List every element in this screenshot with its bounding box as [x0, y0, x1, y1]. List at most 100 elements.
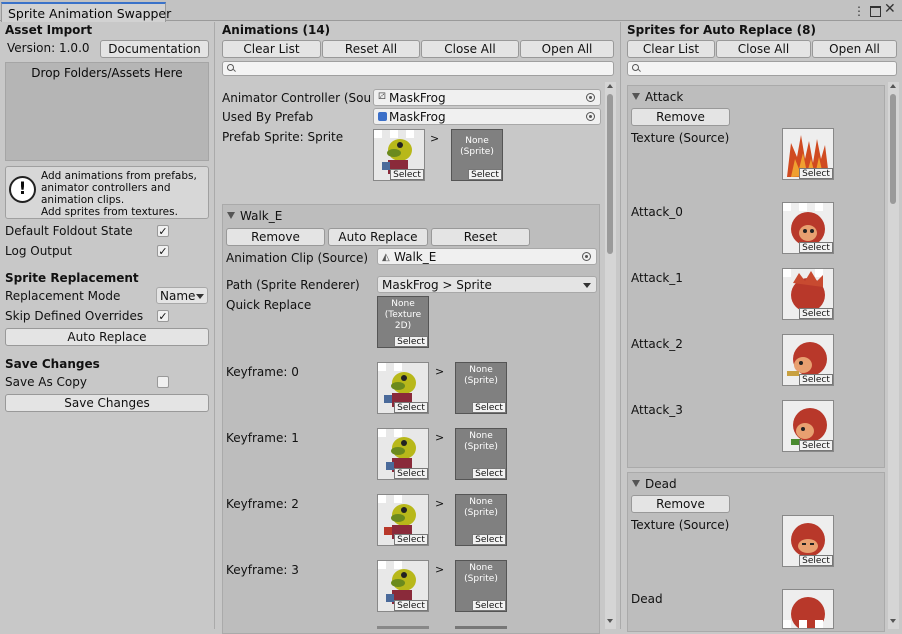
keyframe-replacement-none[interactable]: None (Sprite) Select: [455, 428, 507, 480]
select-button[interactable]: Select: [394, 336, 428, 347]
select-button[interactable]: Select: [799, 168, 833, 179]
animations-scrollbar[interactable]: [605, 82, 616, 629]
texture-thumbnail[interactable]: Select: [782, 515, 834, 567]
animations-search-input[interactable]: [222, 61, 614, 76]
keyframe-label: Keyframe: 1: [226, 431, 299, 445]
clip-reset-button[interactable]: Reset: [431, 228, 530, 246]
select-button[interactable]: Select: [390, 169, 424, 180]
used-by-prefab-field[interactable]: MaskFrog: [373, 108, 601, 125]
sprites-scrollbar[interactable]: [888, 82, 899, 629]
select-button[interactable]: Select: [799, 242, 833, 253]
kebab-menu-icon[interactable]: ⋮: [853, 4, 865, 18]
skip-overrides-checkbox[interactable]: ✓: [157, 310, 169, 322]
sprite-group-remove-button[interactable]: Remove: [631, 495, 730, 513]
select-button[interactable]: Select: [472, 402, 506, 413]
scroll-down-icon[interactable]: [890, 619, 896, 623]
sprite-item-thumbnail[interactable]: Select: [782, 400, 834, 452]
select-button[interactable]: Select: [394, 468, 428, 479]
path-value: MaskFrog > Sprite: [382, 278, 492, 292]
scroll-thumb[interactable]: [890, 94, 896, 204]
log-output-label: Log Output: [5, 244, 72, 258]
clip-remove-button[interactable]: Remove: [226, 228, 325, 246]
prefab-sprite-thumbnail[interactable]: Select: [373, 129, 425, 181]
select-button[interactable]: Select: [394, 600, 428, 611]
select-button[interactable]: Select: [799, 440, 833, 451]
animator-controller-value: MaskFrog: [389, 91, 446, 105]
select-button[interactable]: Select: [799, 555, 833, 566]
select-button[interactable]: Select: [472, 468, 506, 479]
save-as-copy-checkbox[interactable]: [157, 376, 169, 388]
sprites-close-all-button[interactable]: Close All: [716, 40, 811, 58]
select-button[interactable]: Select: [472, 534, 506, 545]
keyframe-replacement-none[interactable]: None (Sprite) Select: [455, 494, 507, 546]
texture-thumbnail[interactable]: Select: [782, 128, 834, 180]
sprite-item-thumbnail[interactable]: Select: [782, 268, 834, 320]
keyframe-replacement-none[interactable]: None (Sprite) Select: [455, 560, 507, 612]
sprite-item-thumbnail[interactable]: [782, 589, 834, 629]
window-tab[interactable]: Sprite Animation Swapper: [1, 2, 171, 22]
sprites-open-all-button[interactable]: Open All: [812, 40, 897, 58]
search-icon: [632, 64, 639, 71]
used-by-prefab-value: MaskFrog: [389, 110, 446, 124]
animation-clip-field[interactable]: ◭ Walk_E: [377, 248, 597, 265]
sprites-clear-list-button[interactable]: Clear List: [627, 40, 715, 58]
sprite-group-foldout[interactable]: Dead: [632, 477, 677, 492]
info-icon: !: [9, 176, 36, 203]
close-all-button[interactable]: Close All: [421, 40, 519, 58]
default-foldout-label: Default Foldout State: [5, 224, 133, 238]
keyframe-sprite-thumbnail[interactable]: Select: [377, 494, 429, 546]
reset-all-button[interactable]: Reset All: [322, 40, 420, 58]
keyframe-sprite-thumbnail[interactable]: Select: [377, 560, 429, 612]
sprites-search-input[interactable]: [627, 61, 897, 76]
clip-foldout[interactable]: Walk_E: [227, 209, 282, 224]
animations-title: Animations (14): [222, 23, 331, 37]
sprite-group-remove-button[interactable]: Remove: [631, 108, 730, 126]
select-button[interactable]: Select: [394, 402, 428, 413]
scroll-thumb[interactable]: [607, 94, 613, 254]
prefab-replacement-none[interactable]: None (Sprite) Select: [451, 129, 503, 181]
sprite-item-label: Attack_3: [631, 403, 683, 417]
default-foldout-checkbox[interactable]: ✓: [157, 225, 169, 237]
replacement-mode-dropdown[interactable]: Name: [156, 287, 208, 304]
keyframe-replacement-none[interactable]: None (Sprite) Select: [455, 362, 507, 414]
clear-list-button[interactable]: Clear List: [222, 40, 321, 58]
sprite-item-thumbnail[interactable]: Select: [782, 202, 834, 254]
animator-icon: ⚂: [378, 92, 386, 102]
close-icon[interactable]: ✕: [884, 2, 896, 16]
select-button[interactable]: Select: [468, 169, 502, 180]
chevron-down-icon: [583, 283, 591, 288]
select-button[interactable]: Select: [799, 374, 833, 385]
sprite-item-label: Attack_0: [631, 205, 683, 219]
keyframe-sprite-thumbnail[interactable]: Select: [377, 428, 429, 480]
animator-controller-field[interactable]: ⚂ MaskFrog: [373, 89, 601, 106]
scroll-up-icon[interactable]: [607, 84, 613, 88]
scroll-up-icon[interactable]: [890, 84, 896, 88]
save-changes-button[interactable]: Save Changes: [5, 394, 209, 412]
select-button[interactable]: Select: [799, 308, 833, 319]
auto-replace-button[interactable]: Auto Replace: [5, 328, 209, 346]
documentation-button[interactable]: Documentation: [100, 40, 209, 58]
log-output-checkbox[interactable]: ✓: [157, 245, 169, 257]
object-picker-icon[interactable]: [582, 252, 591, 261]
object-picker-icon[interactable]: [586, 112, 595, 121]
keyframe-sprite-thumbnail[interactable]: Select: [377, 362, 429, 414]
clip-auto-replace-button[interactable]: Auto Replace: [328, 228, 428, 246]
window-tab-title: Sprite Animation Swapper: [8, 6, 172, 21]
maximize-icon[interactable]: [870, 6, 881, 17]
select-button[interactable]: Select: [394, 534, 428, 545]
quick-replace-none[interactable]: None (Texture 2D) Select: [377, 296, 429, 348]
texture-source-label: Texture (Source): [631, 131, 730, 145]
sprite-group-foldout[interactable]: Attack: [632, 90, 683, 105]
scroll-down-icon[interactable]: [607, 619, 613, 623]
search-icon: [227, 64, 234, 71]
sprite-item-thumbnail[interactable]: Select: [782, 334, 834, 386]
prefab-sprite-label: Prefab Sprite: Sprite: [222, 130, 344, 144]
animation-clip-value: Walk_E: [394, 250, 437, 264]
drop-area[interactable]: Drop Folders/Assets Here: [5, 62, 209, 161]
arrow-label: >: [435, 365, 445, 378]
select-button[interactable]: Select: [472, 600, 506, 611]
info-text: Add animations from prefabs, animator co…: [41, 170, 197, 218]
path-dropdown[interactable]: MaskFrog > Sprite: [377, 276, 597, 293]
object-picker-icon[interactable]: [586, 93, 595, 102]
open-all-button[interactable]: Open All: [520, 40, 614, 58]
